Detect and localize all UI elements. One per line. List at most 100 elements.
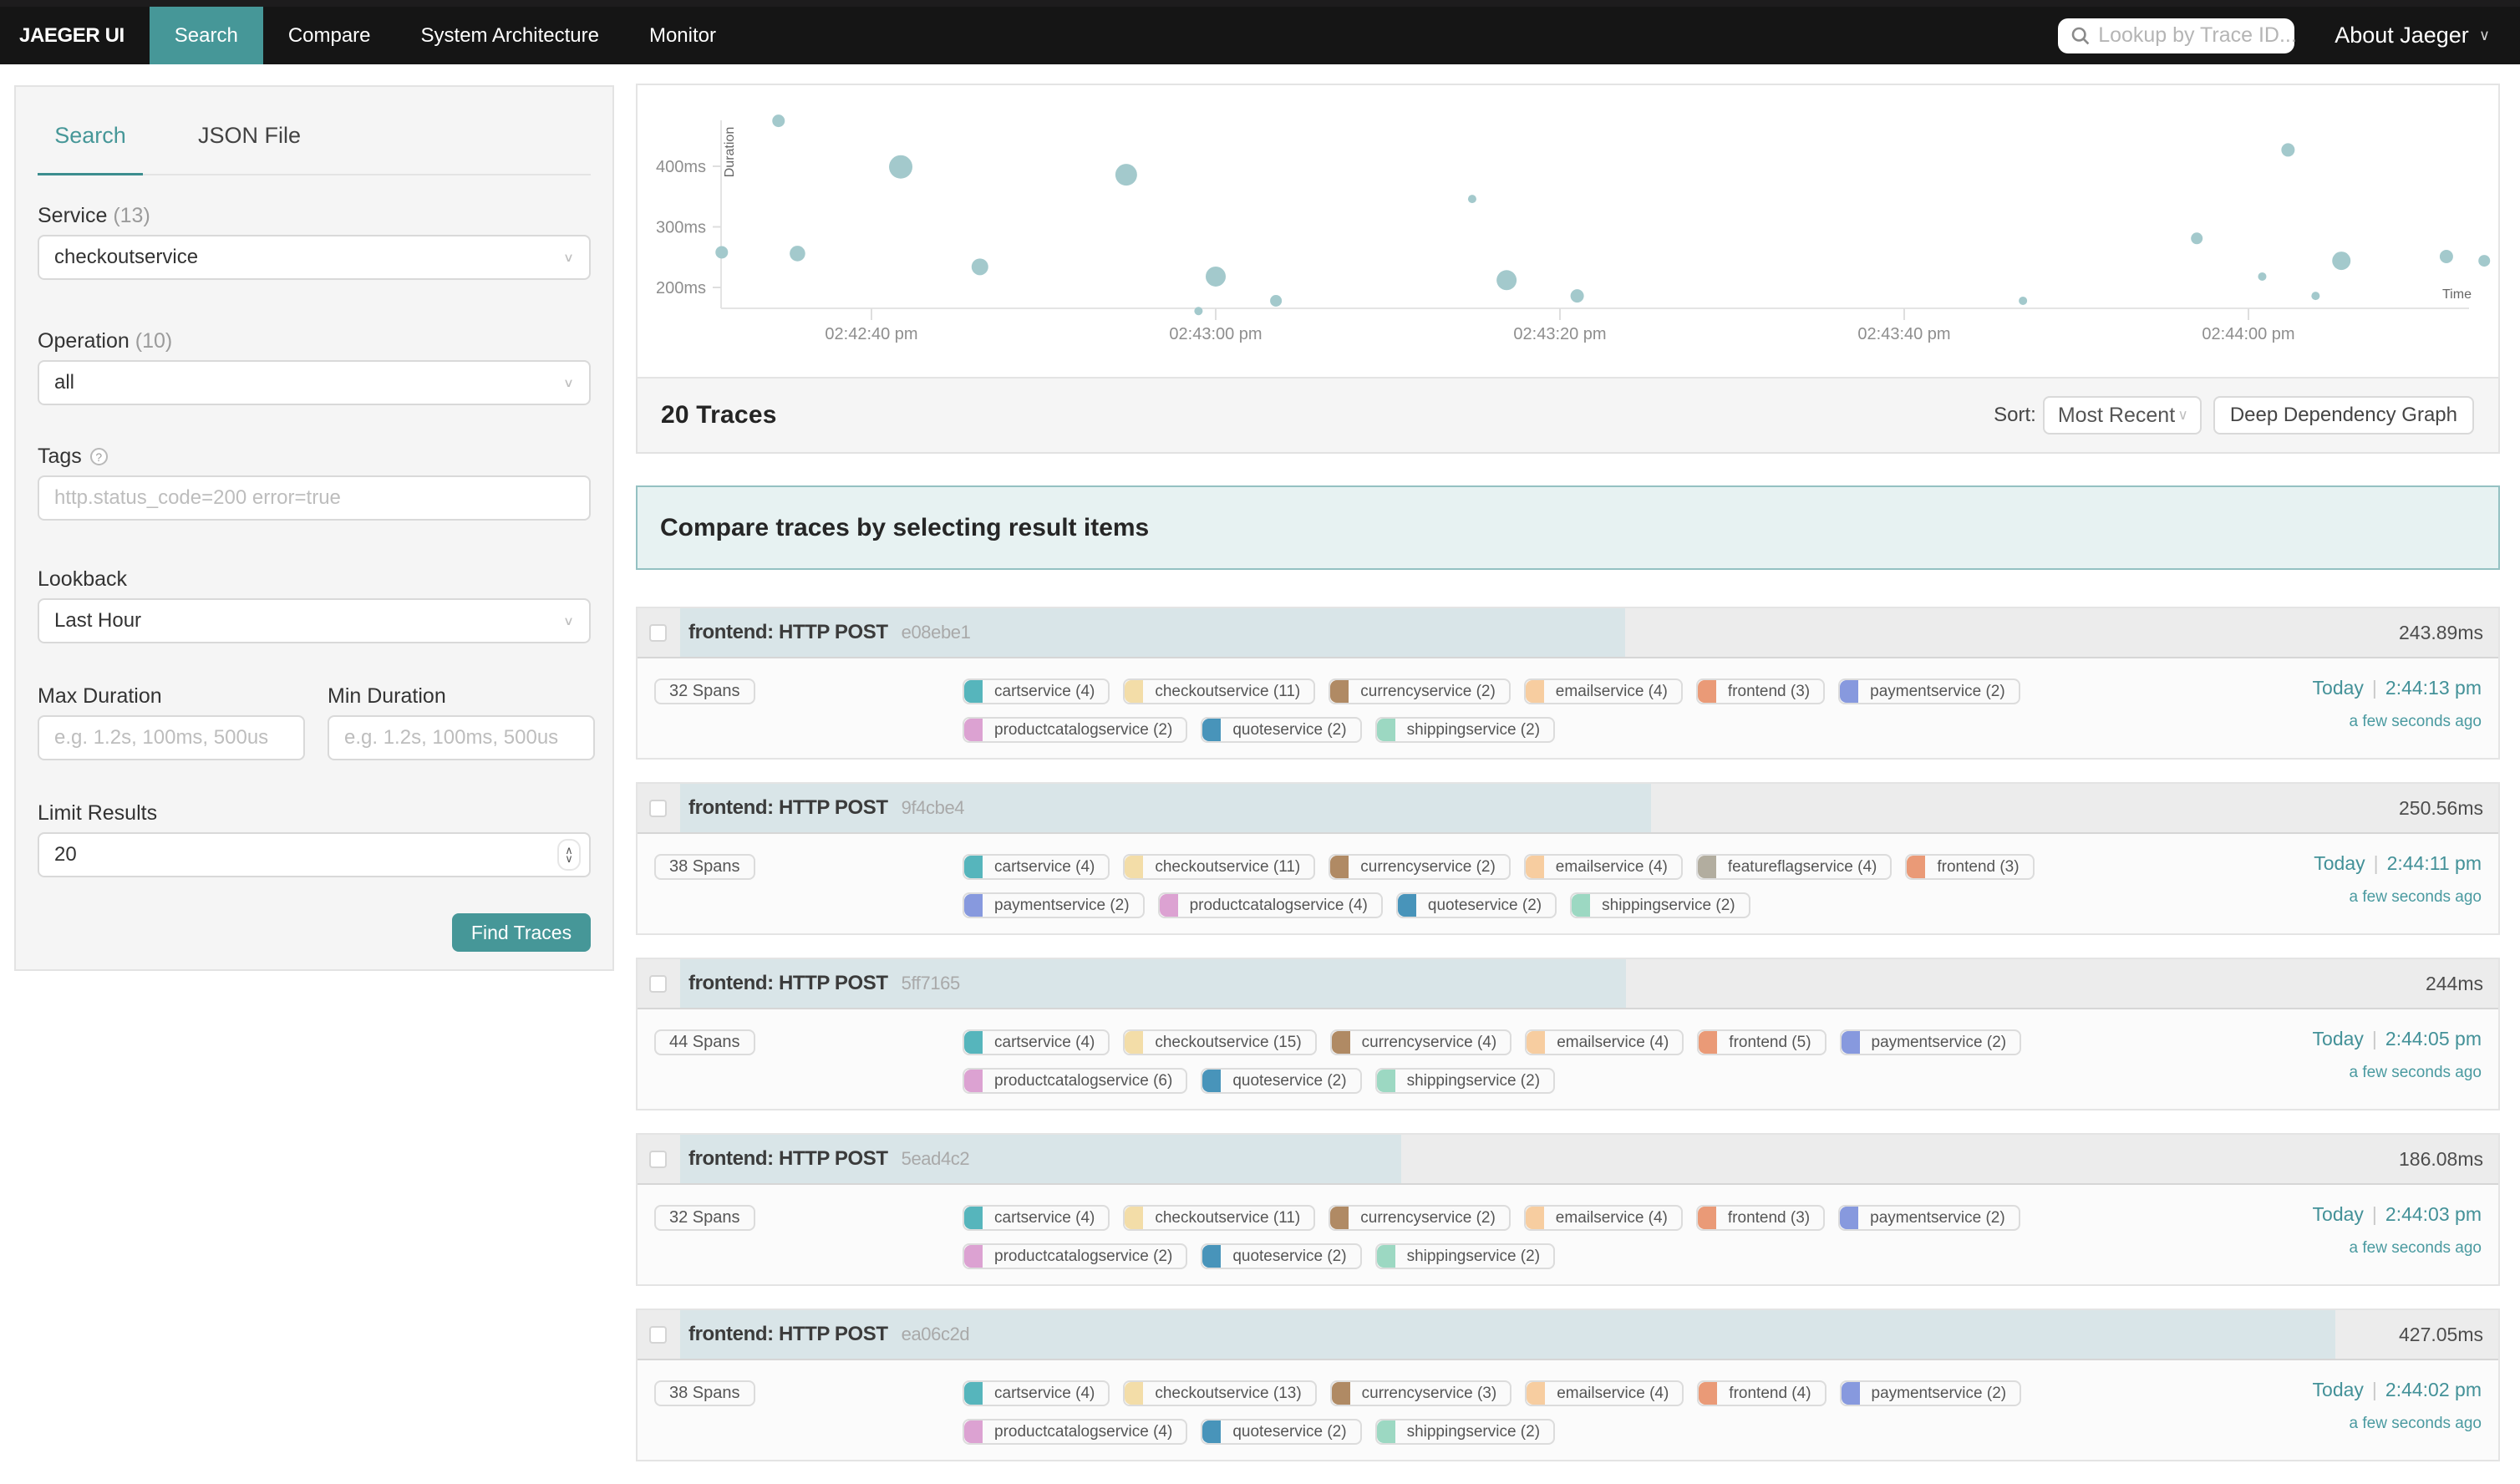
service-chip: emailservice (4): [1524, 854, 1683, 880]
operation-label: Operation (10): [38, 329, 591, 353]
trace-relative-time: a few seconds ago: [2314, 888, 2482, 907]
find-traces-button[interactable]: Find Traces: [452, 913, 591, 952]
scatter-point[interactable]: [972, 258, 988, 275]
compare-banner-text: Compare traces by selecting result items: [660, 514, 1149, 542]
brand-jaeger-ui[interactable]: JAEGER UI: [0, 7, 150, 64]
trace-select-checkbox[interactable]: [649, 800, 667, 817]
service-chip-list: cartservice (4)checkoutservice (11)curre…: [963, 678, 2132, 743]
scatter-point[interactable]: [715, 246, 728, 258]
scatter-point[interactable]: [2332, 252, 2350, 270]
nav-item-monitor[interactable]: Monitor: [624, 7, 741, 64]
service-chip: frontend (3): [1696, 1205, 1825, 1231]
trace-relative-time: a few seconds ago: [2313, 1415, 2482, 1433]
service-chip: cartservice (4): [963, 854, 1110, 880]
service-chip: cartservice (4): [963, 1029, 1110, 1055]
trace-card-header[interactable]: frontend: HTTP POSTea06c2d 427.05ms: [638, 1310, 2498, 1360]
nav-item-search[interactable]: Search: [150, 7, 263, 64]
service-color-swatch: [1202, 1420, 1221, 1443]
deep-dependency-graph-button[interactable]: Deep Dependency Graph: [2213, 396, 2474, 435]
trace-result-card[interactable]: frontend: HTTP POST9f4cbe4 250.56ms 38 S…: [636, 782, 2500, 935]
max-duration-input[interactable]: e.g. 1.2s, 100ms, 500us: [38, 715, 305, 760]
service-chip: emailservice (4): [1524, 1205, 1683, 1231]
trace-id: ea06c2d: [902, 1324, 970, 1344]
sort-select[interactable]: Most Recent∨: [2043, 396, 2202, 435]
limit-results-input[interactable]: 20 ∧∨: [38, 832, 591, 877]
service-color-swatch: [1840, 680, 1858, 703]
trace-card-body[interactable]: 38 Spans cartservice (4)checkoutservice …: [638, 834, 2498, 933]
number-stepper[interactable]: ∧∨: [557, 839, 581, 871]
nav-item-system-architecture[interactable]: System Architecture: [396, 7, 624, 64]
trace-result-card[interactable]: frontend: HTTP POSTe08ebe1 243.89ms 32 S…: [636, 607, 2500, 760]
trace-lookup-placeholder: Lookup by Trace ID...: [2098, 23, 2297, 48]
service-select[interactable]: checkoutservice∨: [38, 235, 591, 280]
scatter-point[interactable]: [2281, 143, 2294, 156]
service-count: (13): [113, 204, 150, 227]
service-chip: quoteservice (2): [1201, 717, 1361, 743]
trace-card-header[interactable]: frontend: HTTP POST5ead4c2 186.08ms: [638, 1135, 2498, 1185]
scatter-point[interactable]: [2478, 255, 2490, 267]
service-chip: shippingservice (2): [1375, 717, 1555, 743]
trace-result-card[interactable]: frontend: HTTP POST5ff7165 244ms 44 Span…: [636, 958, 2500, 1110]
trace-select-checkbox[interactable]: [649, 1326, 667, 1344]
scatter-point[interactable]: [1115, 164, 1137, 186]
trace-card-body[interactable]: 32 Spans cartservice (4)checkoutservice …: [638, 658, 2498, 758]
trace-card-header[interactable]: frontend: HTTP POST5ff7165 244ms: [638, 959, 2498, 1009]
tab-json-file[interactable]: JSON File: [190, 97, 309, 174]
scatter-point[interactable]: [1270, 295, 1282, 307]
trace-relative-time: a few seconds ago: [2313, 1064, 2482, 1082]
scatter-point[interactable]: [1571, 289, 1584, 302]
tab-search[interactable]: Search: [38, 97, 143, 174]
scatter-point[interactable]: [2440, 250, 2453, 263]
trace-card-body[interactable]: 38 Spans cartservice (4)checkoutservice …: [638, 1360, 2498, 1460]
trace-date: Today: [2314, 852, 2365, 874]
service-chip: productcatalogservice (2): [963, 1243, 1187, 1269]
chevron-down-icon: ∨: [563, 376, 574, 390]
search-sidebar: Search JSON File Service (13) checkoutse…: [14, 85, 614, 971]
service-color-swatch: [1699, 1031, 1717, 1054]
trace-card-body[interactable]: 32 Spans cartservice (4)checkoutservice …: [638, 1185, 2498, 1284]
trace-card-header[interactable]: frontend: HTTP POST9f4cbe4 250.56ms: [638, 784, 2498, 834]
trace-lookup-input[interactable]: Lookup by Trace ID...: [2058, 18, 2294, 53]
service-color-swatch: [964, 719, 983, 741]
tags-input[interactable]: http.status_code=200 error=true: [38, 475, 591, 521]
trace-select-checkbox[interactable]: [649, 975, 667, 993]
service-color-swatch: [1527, 1382, 1545, 1405]
trace-card-body[interactable]: 44 Spans cartservice (4)checkoutservice …: [638, 1009, 2498, 1109]
trace-select-checkbox[interactable]: [649, 624, 667, 642]
scatter-point[interactable]: [1468, 195, 1476, 203]
trace-result-card[interactable]: frontend: HTTP POSTea06c2d 427.05ms 38 S…: [636, 1309, 2500, 1461]
service-chip: quoteservice (2): [1201, 1419, 1361, 1445]
scatter-point[interactable]: [1206, 267, 1226, 287]
service-chip: frontend (5): [1697, 1029, 1826, 1055]
operation-select[interactable]: all∨: [38, 360, 591, 405]
scatter-point[interactable]: [889, 155, 912, 179]
scatter-point[interactable]: [1194, 307, 1202, 315]
service-color-swatch: [1907, 856, 1925, 878]
trace-id: 5ead4c2: [902, 1148, 970, 1169]
help-icon[interactable]: ?: [90, 448, 108, 465]
service-chip: emailservice (4): [1525, 1380, 1684, 1406]
scatter-point[interactable]: [790, 246, 805, 262]
scatter-point[interactable]: [1496, 270, 1517, 290]
scatter-point[interactable]: [2258, 272, 2266, 281]
service-label: Service (13): [38, 204, 591, 228]
service-color-swatch: [1160, 894, 1178, 917]
sort-label: Sort:: [1994, 404, 2036, 427]
x-tick-label: 02:43:00 pm: [1169, 325, 1262, 343]
lookback-select[interactable]: Last Hour∨: [38, 598, 591, 643]
trace-card-header[interactable]: frontend: HTTP POSTe08ebe1 243.89ms: [638, 608, 2498, 658]
about-jaeger-menu[interactable]: About Jaeger∨: [2294, 7, 2520, 64]
service-color-swatch: [1125, 856, 1143, 878]
scatter-point[interactable]: [2311, 292, 2319, 300]
trace-select-checkbox[interactable]: [649, 1151, 667, 1168]
scatter-point[interactable]: [2191, 232, 2202, 244]
scatter-point[interactable]: [772, 114, 785, 127]
trace-result-card[interactable]: frontend: HTTP POST5ead4c2 186.08ms 32 S…: [636, 1133, 2500, 1286]
tags-label: Tags?: [38, 445, 591, 469]
service-chip: paymentservice (2): [1840, 1380, 2022, 1406]
min-duration-input[interactable]: e.g. 1.2s, 100ms, 500us: [328, 715, 595, 760]
scatter-point[interactable]: [2019, 297, 2027, 305]
nav-item-compare[interactable]: Compare: [263, 7, 396, 64]
chevron-down-icon: ∨: [2479, 27, 2490, 44]
service-chip-list: cartservice (4)checkoutservice (11)curre…: [963, 854, 2132, 918]
